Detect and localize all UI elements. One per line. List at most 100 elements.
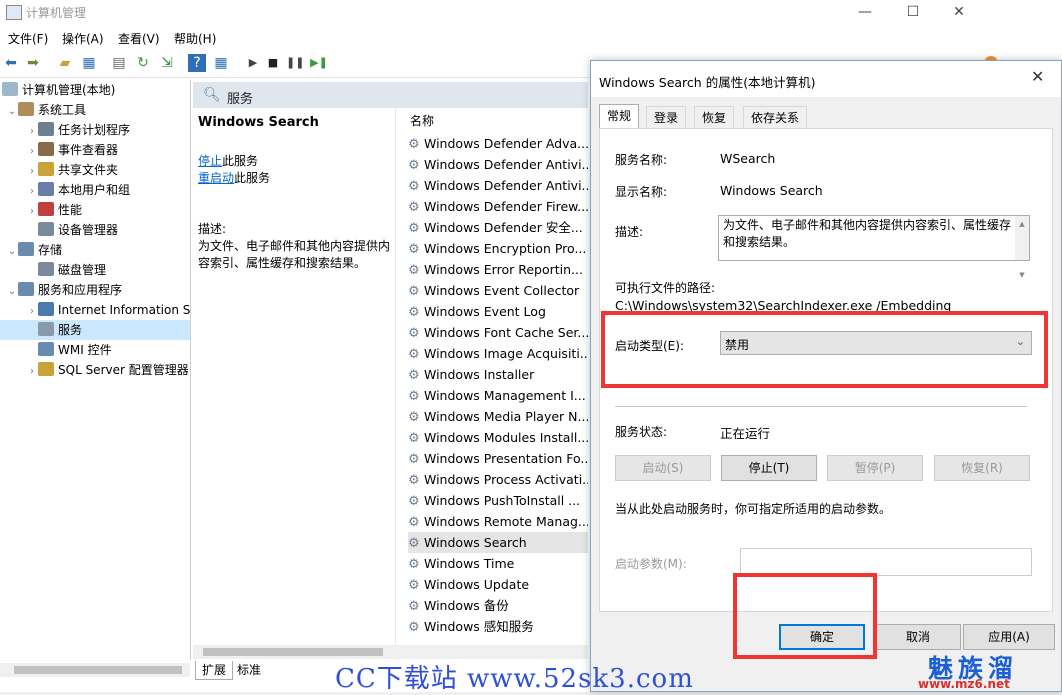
pause-service-button[interactable]: 暂停(P) <box>827 455 923 481</box>
pause-icon[interactable]: ❚❚ <box>286 54 304 72</box>
start-parameters-input[interactable] <box>740 548 1032 576</box>
horizontal-scrollbar[interactable] <box>193 645 588 659</box>
tree-scroll-thumb[interactable] <box>14 666 182 674</box>
menu-help[interactable]: 帮助(H) <box>174 30 216 47</box>
play-icon[interactable]: ▶ <box>244 54 262 72</box>
service-gear-icon: ⚙ <box>408 389 420 404</box>
service-row[interactable]: ⚙ Windows Defender Antivi... <box>408 154 588 175</box>
service-row[interactable]: ⚙ Windows Time <box>408 553 588 574</box>
maximize-button[interactable]: ☐ <box>890 0 936 25</box>
tab-dependencies[interactable]: 依存关系 <box>743 106 808 129</box>
show-hide-icon[interactable]: ▦ <box>212 54 230 72</box>
service-row[interactable]: ⚙ Windows Error Reportin... <box>408 259 588 280</box>
refresh-icon[interactable]: ↻ <box>134 54 152 72</box>
dialog-close-button[interactable]: ✕ <box>1031 67 1044 86</box>
stop-icon[interactable]: ■ <box>264 54 282 72</box>
back-arrow-icon[interactable]: ⬅ <box>2 54 20 72</box>
service-row[interactable]: ⚙ Windows Image Acquisiti... <box>408 343 588 364</box>
start-service-button[interactable]: 启动(S) <box>615 455 711 481</box>
collapse-arrow-icon[interactable]: › <box>26 122 38 142</box>
tree-item[interactable]: 设备管理器 <box>0 220 190 240</box>
tree-item[interactable]: › 任务计划程序 <box>0 120 190 140</box>
tree-root[interactable]: 计算机管理(本地) <box>0 80 190 100</box>
dialog-title: Windows Search 的属性(本地计算机) <box>599 75 816 90</box>
service-row[interactable]: ⚙ Windows 备份 <box>408 595 588 616</box>
service-row[interactable]: ⚙ Windows Defender Antivi... <box>408 175 588 196</box>
resume-service-button[interactable]: 恢复(R) <box>934 455 1030 481</box>
service-row[interactable]: ⚙ Windows PushToInstall ... <box>408 490 588 511</box>
restart-icon[interactable]: ▶❚ <box>310 54 328 72</box>
scroll-thumb[interactable] <box>203 648 383 656</box>
service-row[interactable]: ⚙ Windows Update <box>408 574 588 595</box>
service-row[interactable]: ⚙ Windows Modules Install... <box>408 427 588 448</box>
service-row[interactable]: ⚙ Windows Defender 安全... <box>408 217 588 238</box>
tree-item[interactable]: ⌄ 系统工具 <box>0 100 190 120</box>
help-icon[interactable]: ? <box>188 54 206 72</box>
menu-file[interactable]: 文件(F) <box>8 30 48 47</box>
collapse-arrow-icon[interactable]: › <box>26 142 38 162</box>
tab-logon[interactable]: 登录 <box>646 106 687 129</box>
tree-item[interactable]: ⌄ 存储 <box>0 240 190 260</box>
expand-arrow-icon[interactable]: ⌄ <box>6 242 18 262</box>
expand-arrow-icon[interactable]: ⌄ <box>6 282 18 302</box>
collapse-arrow-icon[interactable]: › <box>26 202 38 222</box>
cancel-button[interactable]: 取消 <box>875 624 961 650</box>
service-row[interactable]: ⚙ Windows Management I... <box>408 385 588 406</box>
menu-view[interactable]: 查看(V) <box>118 30 160 47</box>
apply-button[interactable]: 应用(A) <box>963 624 1055 650</box>
console-tree-icon[interactable]: ▦ <box>80 54 98 72</box>
collapse-arrow-icon[interactable]: › <box>26 302 38 322</box>
service-row[interactable]: ⚙ Windows Installer <box>408 364 588 385</box>
tree-node-icon <box>18 242 34 256</box>
expand-arrow-icon[interactable]: ⌄ <box>6 102 18 122</box>
forward-arrow-icon[interactable]: ➡ <box>24 54 42 72</box>
collapse-arrow-icon[interactable]: › <box>26 362 38 382</box>
service-row[interactable]: ⚙ Windows Event Log <box>408 301 588 322</box>
tab-general[interactable]: 常规 <box>599 104 640 129</box>
computer-icon <box>2 82 18 96</box>
tab-extended[interactable]: 扩展 <box>195 661 234 680</box>
up-folder-icon[interactable]: ▰ <box>56 54 74 72</box>
stop-service-button[interactable]: 停止(T) <box>721 455 817 481</box>
service-gear-icon: ⚙ <box>408 179 420 194</box>
tree-item[interactable]: › 事件查看器 <box>0 140 190 160</box>
service-row[interactable]: ⚙ Windows Search <box>408 532 588 553</box>
tree-item[interactable]: › 本地用户和组 <box>0 180 190 200</box>
service-row-name: Windows Defender 安全... <box>424 220 583 235</box>
service-name-label: 服务名称: <box>615 153 668 167</box>
tree-item[interactable]: 磁盘管理 <box>0 260 190 280</box>
service-row[interactable]: ⚙ Windows Presentation Fo... <box>408 448 588 469</box>
collapse-arrow-icon[interactable]: › <box>26 182 38 202</box>
column-header-name[interactable]: 名称 <box>410 112 434 129</box>
collapse-arrow-icon[interactable]: › <box>26 162 38 182</box>
properties-icon[interactable]: ▤ <box>110 54 128 72</box>
description-textbox[interactable]: 为文件、电子邮件和其他内容提供内容索引、属性缓存 和搜索结果。 ▲ ▼ <box>718 215 1030 279</box>
service-row[interactable]: ⚙ Windows Encryption Pro... <box>408 238 588 259</box>
stop-service-link[interactable]: 停止 <box>198 154 222 168</box>
service-row[interactable]: ⚙ Windows Font Cache Ser... <box>408 322 588 343</box>
tab-standard[interactable]: 标准 <box>231 661 267 679</box>
tab-recovery[interactable]: 恢复 <box>694 106 735 129</box>
tree-item[interactable]: › Internet Information S <box>0 300 190 320</box>
close-button[interactable]: ✕ <box>936 0 982 25</box>
tree-item[interactable]: › 共享文件夹 <box>0 160 190 180</box>
service-row[interactable]: ⚙ Windows Media Player N... <box>408 406 588 427</box>
service-row[interactable]: ⚙ Windows Event Collector <box>408 280 588 301</box>
tree-item[interactable]: WMI 控件 <box>0 340 190 360</box>
export-list-icon[interactable]: ⇲ <box>158 54 176 72</box>
service-row[interactable]: ⚙ Windows Defender Adva... <box>408 133 588 154</box>
tree-item[interactable]: › 性能 <box>0 200 190 220</box>
tree-item[interactable]: ⌄ 服务和应用程序 <box>0 280 190 300</box>
tree-item[interactable]: 服务 <box>0 320 190 340</box>
tree-item[interactable]: › SQL Server 配置管理器 <box>0 360 190 380</box>
restart-service-link[interactable]: 重启动 <box>198 171 234 185</box>
service-row[interactable]: ⚙ Windows 感知服务 <box>408 616 588 637</box>
tree-scrollbar[interactable] <box>0 663 190 677</box>
service-row[interactable]: ⚙ Windows Defender Firew... <box>408 196 588 217</box>
description-scrollbar[interactable]: ▲ ▼ <box>1015 216 1029 279</box>
minimize-button[interactable]: — <box>842 0 888 25</box>
tree-node-icon <box>38 202 54 216</box>
service-row[interactable]: ⚙ Windows Process Activati... <box>408 469 588 490</box>
menu-action[interactable]: 操作(A) <box>62 30 104 47</box>
service-row[interactable]: ⚙ Windows Remote Manag... <box>408 511 588 532</box>
